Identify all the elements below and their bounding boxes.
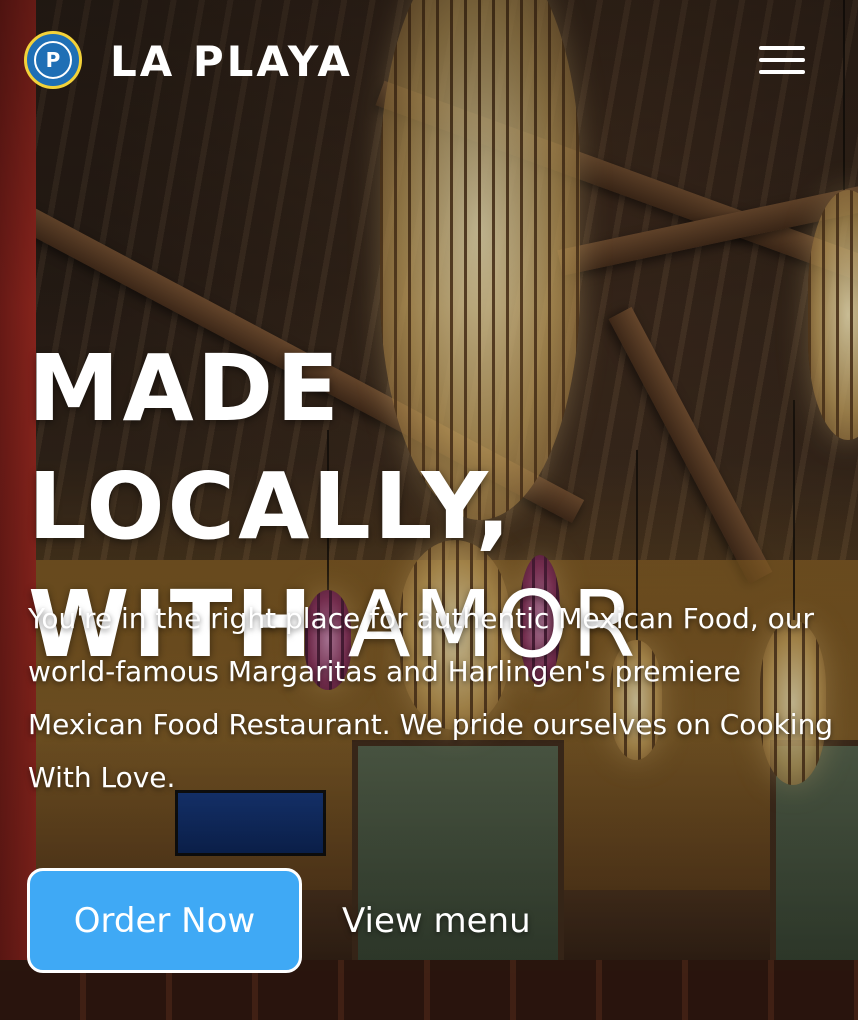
- headline-line-1: MADE LOCALLY,: [28, 335, 514, 560]
- logo-letter: P: [34, 41, 72, 79]
- hamburger-bar: [759, 46, 805, 50]
- view-menu-link[interactable]: View menu: [342, 888, 531, 954]
- la-playa-logo[interactable]: P: [24, 31, 82, 89]
- hero-intro-text: You're in the right place for authentic …: [28, 602, 834, 794]
- site-header: P LA PLAYA: [0, 0, 858, 120]
- brand-name[interactable]: LA PLAYA: [110, 36, 353, 88]
- hamburger-bar: [759, 70, 805, 74]
- hamburger-bar: [759, 58, 805, 62]
- hero-section: P LA PLAYA MADE LOCALLY, WITH AMOR You'r…: [0, 0, 858, 1020]
- hamburger-icon[interactable]: [752, 38, 812, 84]
- order-now-button[interactable]: Order Now: [27, 868, 302, 973]
